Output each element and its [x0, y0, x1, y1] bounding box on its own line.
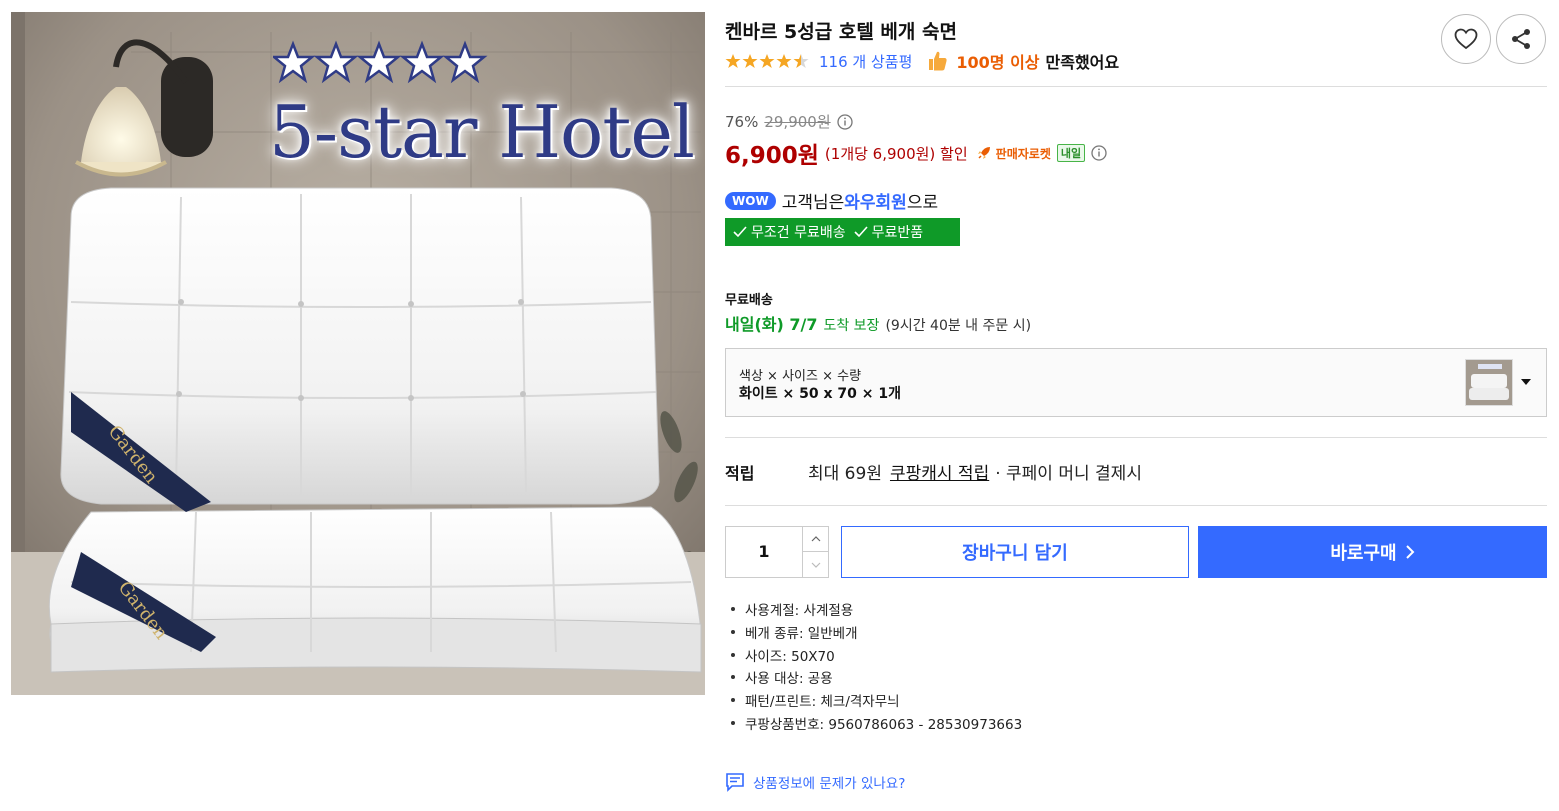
- discount-row: 76% 29,900원: [725, 111, 853, 132]
- shipping-row: 내일(화) 7/7 도착 보장 (9시간 40분 내 주문 시): [725, 311, 1031, 335]
- option-value: 화이트 × 50 x 70 × 1개: [739, 386, 901, 402]
- wow-badge: WOW: [725, 191, 776, 210]
- original-price: 29,900원: [764, 113, 831, 131]
- option-thumbnail: [1465, 359, 1513, 406]
- order-deadline-note: (9시간 40분 내 주문 시): [885, 318, 1032, 334]
- add-to-cart-label: 장바구니 담기: [962, 543, 1068, 564]
- discount-rate: 76%: [725, 112, 759, 131]
- thumbs-up-icon: [929, 51, 947, 71]
- rating-stars-icon: [725, 54, 809, 68]
- chevron-up-icon: [811, 536, 820, 542]
- spec-item: 사이즈: 50X70: [731, 643, 1022, 666]
- add-to-cart-button[interactable]: 장바구니 담기: [841, 526, 1189, 578]
- heart-icon: [1454, 28, 1478, 50]
- seller-rocket-label: 판매자로켓: [995, 146, 1051, 161]
- wow-prefix: 고객님은: [781, 193, 845, 213]
- share-button[interactable]: [1496, 14, 1546, 64]
- wow-suffix: 으로: [906, 193, 939, 213]
- product-main-image: 5-star Hotel Garden Garden: [11, 12, 705, 695]
- quantity-decrease-button[interactable]: [802, 552, 828, 577]
- satisfied-count: 100명 이상: [956, 53, 1040, 72]
- reward-label: 적립: [725, 463, 755, 483]
- coupang-cash-link[interactable]: 쿠팡캐시 적립: [890, 459, 989, 484]
- spec-item: 사용 대상: 공용: [731, 666, 1022, 689]
- info-icon[interactable]: [1091, 145, 1107, 161]
- product-spec-list: 사용계절: 사계절용 베개 종류: 일반베개 사이즈: 50X70 사용 대상:…: [731, 598, 1022, 734]
- rocket-icon: [977, 147, 990, 159]
- satisfied-text: 만족했어요: [1045, 53, 1120, 72]
- tomorrow-badge: 내일: [1056, 144, 1086, 162]
- wow-membership-row: WOW 고객님은 와우회원 으로: [725, 188, 938, 213]
- wow-benefit-bar: 무조건 무료배송 무료반품: [725, 218, 960, 246]
- quantity-increase-button[interactable]: [802, 527, 828, 552]
- arrival-date: 내일(화) 7/7: [725, 315, 818, 334]
- option-selector[interactable]: 색상 × 사이즈 × 수량 화이트 × 50 x 70 × 1개: [725, 348, 1547, 417]
- report-issue-label: 상품정보에 문제가 있나요?: [753, 776, 906, 792]
- image-headline: 5-star Hotel: [269, 90, 695, 174]
- review-count-link[interactable]: 116 개 상품평: [819, 51, 912, 72]
- option-thumbnail-image: [1466, 360, 1512, 405]
- spec-item: 사용계절: 사계절용: [731, 598, 1022, 621]
- spec-item: 패턴/프린트: 체크/격자무늬: [731, 689, 1022, 712]
- reward-condition: · 쿠페이 머니 결제시: [995, 464, 1142, 484]
- buy-now-button[interactable]: 바로구매: [1198, 526, 1547, 578]
- star-rating[interactable]: [725, 53, 809, 69]
- product-title: 켄바르 5성급 호텔 베개 숙면: [725, 21, 957, 43]
- shipping-label: 무료배송: [725, 293, 773, 308]
- rating-row: 116 개 상품평 100명 이상 만족했어요: [725, 50, 1119, 72]
- check-icon: [733, 226, 747, 238]
- check-icon: [854, 226, 868, 238]
- caret-down-icon[interactable]: [1520, 378, 1532, 386]
- unit-price: (1개당 6,900원) 할인: [824, 144, 968, 163]
- divider: [725, 437, 1547, 438]
- quantity-stepper: 1: [725, 526, 829, 578]
- reward-max: 최대 69원: [808, 464, 882, 484]
- benefit-free-return: 무료반품: [871, 225, 924, 241]
- buy-now-label: 바로구매: [1330, 543, 1397, 564]
- report-issue-link[interactable]: 상품정보에 문제가 있나요?: [725, 772, 905, 792]
- reward-row: 적립 최대 69원 쿠팡캐시 적립 · 쿠페이 머니 결제시: [725, 459, 1142, 485]
- benefit-free-shipping: 무조건 무료배송: [751, 225, 846, 241]
- sale-price: 6,900원: [725, 143, 819, 169]
- divider: [725, 505, 1547, 506]
- chevron-right-icon: [1405, 545, 1415, 559]
- divider: [725, 86, 1547, 87]
- quantity-input[interactable]: 1: [726, 527, 802, 577]
- info-icon[interactable]: [836, 113, 853, 130]
- wishlist-button[interactable]: [1441, 14, 1491, 64]
- price-row: 6,900원 (1개당 6,900원) 할인 판매자로켓 내일: [725, 136, 1107, 170]
- chevron-down-icon: [811, 562, 820, 568]
- spec-item: 쿠팡상품번호: 9560786063 - 28530973663: [731, 711, 1022, 734]
- comment-icon: [726, 773, 744, 792]
- share-icon: [1512, 29, 1530, 49]
- spec-item: 베개 종류: 일반베개: [731, 621, 1022, 644]
- wow-member-text: 와우회원: [844, 193, 907, 213]
- arrival-guarantee: 도착 보장: [823, 318, 880, 334]
- option-label: 색상 × 사이즈 × 수량: [739, 369, 862, 384]
- five-star-rating-graphic: [273, 40, 488, 84]
